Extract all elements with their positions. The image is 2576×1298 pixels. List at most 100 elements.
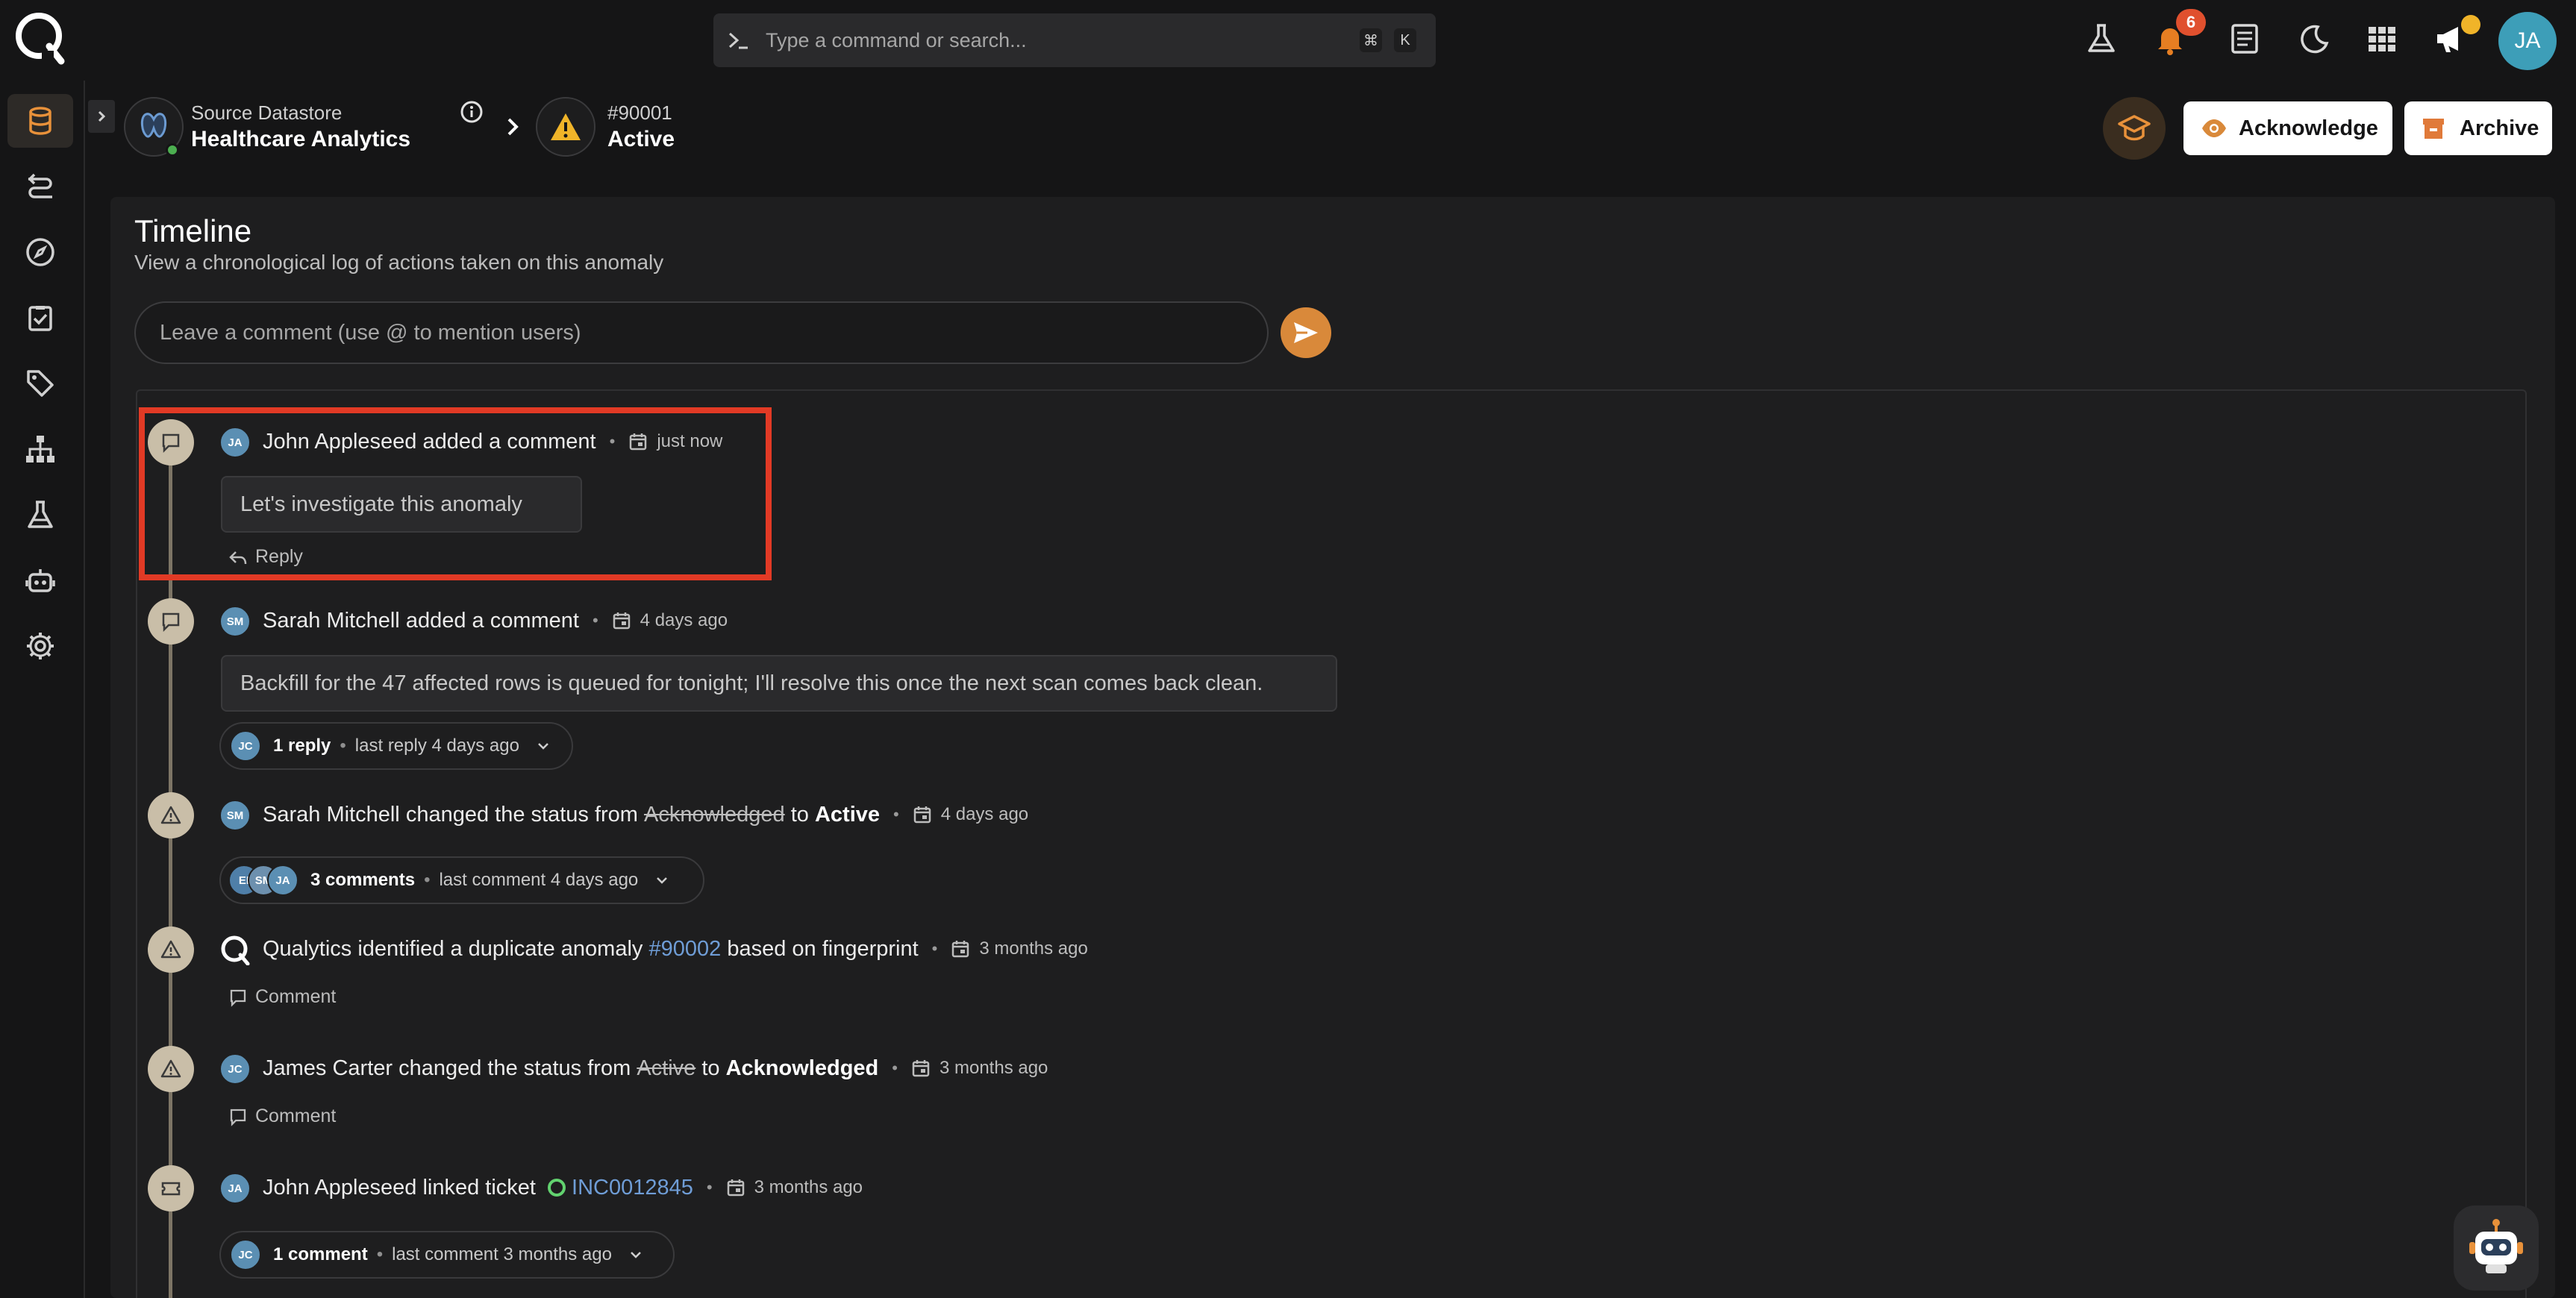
datastore-online-dot xyxy=(166,143,179,157)
duplicate-anomaly-link[interactable]: #90002 xyxy=(648,937,721,962)
sidebar-item-hierarchy[interactable] xyxy=(7,422,73,476)
event-header: Sarah Mitchell changed the status from A… xyxy=(263,800,1028,830)
terminal-icon xyxy=(725,28,751,53)
status-to: Acknowledged xyxy=(725,1056,879,1080)
notification-count-badge: 6 xyxy=(2176,9,2206,36)
sidebar-item-explore[interactable] xyxy=(7,225,73,279)
sidebar-item-tags[interactable] xyxy=(7,357,73,410)
status-to-word: to xyxy=(790,802,809,827)
chevron-down-icon xyxy=(536,739,551,753)
learn-button[interactable] xyxy=(2103,97,2166,160)
checklist-icon xyxy=(24,301,57,334)
thread-last: last comment 4 days ago xyxy=(439,870,639,890)
separator-dot: • xyxy=(931,939,938,958)
event-time: 3 months ago xyxy=(951,938,1088,959)
graduation-cap-icon xyxy=(2116,110,2152,146)
event-time-text: 3 months ago xyxy=(754,1177,863,1197)
event-time: 4 days ago xyxy=(612,610,728,631)
sidebar-collapse-toggle[interactable] xyxy=(88,100,115,133)
comment-label: Comment xyxy=(255,986,337,1007)
event-actor: Sarah Mitchell xyxy=(263,802,400,827)
anomaly-warning-icon xyxy=(536,97,595,157)
event-header: James Carter changed the status from Act… xyxy=(263,1053,1048,1083)
qualytics-logo-icon xyxy=(219,934,251,965)
send-comment-button[interactable] xyxy=(1281,307,1331,358)
flask-icon[interactable] xyxy=(2083,21,2119,57)
flask-icon xyxy=(24,498,57,531)
thread-toggle[interactable]: JC 1 reply • last reply 4 days ago xyxy=(219,722,573,770)
highlight-box xyxy=(139,407,772,580)
ticket-status-icon xyxy=(546,1177,567,1198)
avatar: JA xyxy=(219,1173,251,1204)
thread-last: last reply 4 days ago xyxy=(354,736,519,756)
announcement-dot xyxy=(2461,15,2480,34)
document-icon[interactable] xyxy=(2227,21,2263,57)
apps-grid-icon[interactable] xyxy=(2364,21,2400,57)
status-from: Acknowledged xyxy=(644,802,785,827)
sidebar-item-checks[interactable] xyxy=(7,291,73,345)
comment-button[interactable]: Comment xyxy=(228,1106,336,1127)
status-to-word: to xyxy=(701,1056,720,1080)
event-header: John Appleseed linked ticket INC0012845 … xyxy=(263,1173,863,1203)
event-suffix: based on fingerprint xyxy=(727,936,919,961)
sidebar-item-flows[interactable] xyxy=(7,160,73,213)
compass-icon xyxy=(24,236,57,269)
shortcut-cmd-key: ⌘ xyxy=(1360,28,1382,52)
acknowledge-button[interactable]: Acknowledge xyxy=(2183,101,2392,155)
status-to: Active xyxy=(814,802,881,827)
sidebar-item-datastores[interactable] xyxy=(7,94,73,148)
separator-dot: • xyxy=(706,1178,713,1197)
comment-icon xyxy=(228,988,255,1007)
comment-label: Comment xyxy=(255,1106,337,1126)
event-actor: James Carter xyxy=(263,1056,393,1080)
comment-button[interactable]: Comment xyxy=(228,986,336,1008)
status-from: Active xyxy=(637,1056,696,1080)
shortcut-k-key: K xyxy=(1394,28,1416,52)
sidebar-item-lab[interactable] xyxy=(7,488,73,542)
warning-event-icon xyxy=(148,792,194,838)
sidebar-item-agents[interactable] xyxy=(7,554,73,607)
ticket-link[interactable]: INC0012845 xyxy=(572,1176,693,1200)
avatar: JC xyxy=(219,1053,251,1085)
avatar: SM xyxy=(219,606,251,637)
flow-icon xyxy=(24,170,57,203)
comment-event-icon xyxy=(148,598,194,645)
theme-moon-icon[interactable] xyxy=(2295,21,2331,57)
breadcrumb-separator-icon xyxy=(504,115,522,139)
datastore-name[interactable]: Healthcare Analytics xyxy=(191,127,410,152)
send-icon xyxy=(1291,318,1321,348)
warning-event-icon xyxy=(148,927,194,973)
anomaly-status: Active xyxy=(607,127,675,151)
event-time: 4 days ago xyxy=(913,804,1028,825)
comment-bubble: Backfill for the 47 affected rows is que… xyxy=(221,655,1337,712)
archive-button[interactable]: Archive xyxy=(2404,101,2552,155)
qualytics-logo[interactable] xyxy=(12,9,69,66)
anomaly-id: #90001 xyxy=(607,101,672,124)
command-search-bar[interactable]: Type a command or search... ⌘ K xyxy=(713,13,1436,67)
thread-last: last comment 3 months ago xyxy=(392,1244,612,1264)
thread-count: 1 reply xyxy=(273,736,331,756)
separator-dot: • xyxy=(376,1244,384,1264)
top-bar: Type a command or search... ⌘ K 6 JA xyxy=(0,0,2576,81)
separator-dot: • xyxy=(592,611,598,630)
event-time: 3 months ago xyxy=(726,1177,863,1198)
user-avatar[interactable]: JA xyxy=(2498,12,2557,70)
page-subtitle: View a chronological log of actions take… xyxy=(134,251,664,274)
tag-icon xyxy=(24,367,57,400)
sidebar xyxy=(0,81,85,1298)
thread-count: 1 comment xyxy=(273,1244,368,1264)
event-actor: John Appleseed xyxy=(263,1175,417,1200)
thread-toggle[interactable]: EI SM JA 3 comments • last comment 4 day… xyxy=(219,856,704,904)
thread-count: 3 comments xyxy=(310,870,416,890)
archive-label: Archive xyxy=(2460,116,2539,140)
thread-toggle[interactable]: JC 1 comment • last comment 3 months ago xyxy=(219,1231,675,1279)
event-header: Sarah Mitchell added a comment • 4 days … xyxy=(263,606,728,636)
calendar-icon xyxy=(913,805,941,824)
info-icon[interactable] xyxy=(460,100,484,124)
comment-input[interactable]: Leave a comment (use @ to mention users) xyxy=(134,301,1269,364)
chevron-down-icon xyxy=(628,1247,643,1262)
search-placeholder: Type a command or search... xyxy=(766,28,1027,51)
sidebar-item-settings[interactable] xyxy=(7,619,73,673)
assistant-bot-button[interactable] xyxy=(2454,1205,2539,1291)
event-time-text: 4 days ago xyxy=(940,804,1029,824)
